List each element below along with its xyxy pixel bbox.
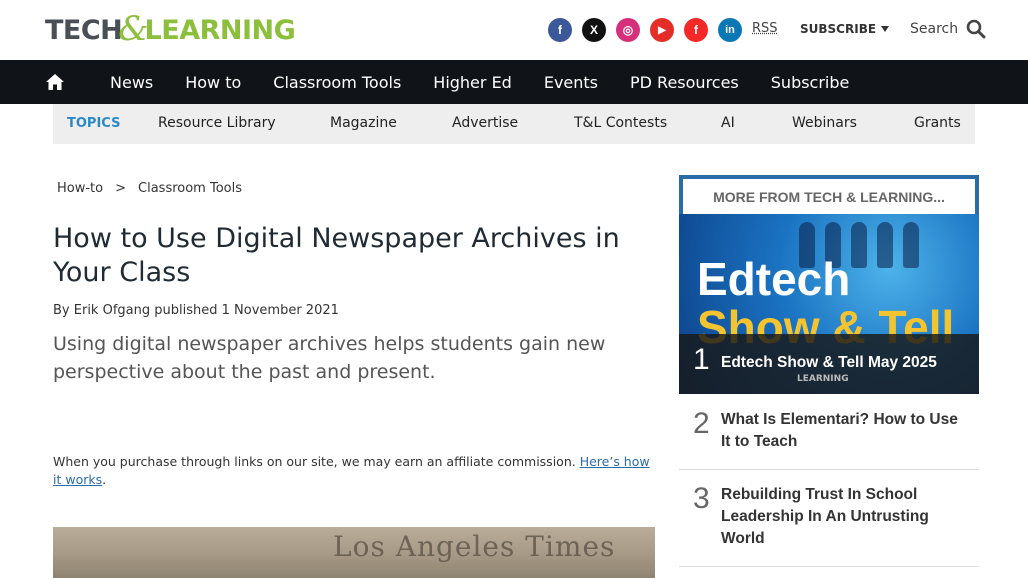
sidebar-divider <box>679 469 979 470</box>
topic-grants[interactable]: Grants <box>914 115 961 131</box>
sidebar-item-title: Rebuilding Trust In School Leadership In… <box>721 486 929 547</box>
featured-image-text-edtech: Edtech <box>697 253 851 305</box>
breadcrumb: How-to > Classroom Tools <box>57 181 242 196</box>
nav-item-news[interactable]: News <box>110 73 153 92</box>
nav-item-how-to[interactable]: How to <box>185 73 241 92</box>
rss-link[interactable]: RSS <box>752 21 778 36</box>
subscribe-dropdown[interactable]: SUBSCRIBE <box>800 22 890 36</box>
publish-date: 1 November 2021 <box>221 303 339 318</box>
sidebar-item-title: Edtech Show & Tell May 2025 <box>721 354 937 371</box>
search-label: Search <box>910 21 959 37</box>
sidebar-divider <box>679 566 979 567</box>
sidebar-featured-item[interactable]: Edtech Show & Tell LEARNING 1 Edtech Sho… <box>679 214 979 394</box>
site-header: TECH & LEARNING f X ◎ ▶ f in RSS SUBSCRI… <box>0 0 1028 60</box>
logo-text-learning: LEARNING <box>144 14 296 46</box>
topic-advertise[interactable]: Advertise <box>452 115 518 131</box>
sidebar-heading: MORE FROM TECH & LEARNING... <box>679 175 979 214</box>
nav-item-events[interactable]: Events <box>544 73 598 92</box>
breadcrumb-separator: > <box>115 181 127 196</box>
rank-number: 1 <box>693 343 710 376</box>
published-label: published <box>154 303 218 318</box>
topic-webinars[interactable]: Webinars <box>792 115 857 131</box>
topic-ai[interactable]: AI <box>721 115 735 131</box>
article-byline: By Erik Ofgang published 1 November 2021 <box>53 303 339 318</box>
search-button[interactable]: Search <box>910 19 986 39</box>
social-links: f X ◎ ▶ f in <box>548 18 742 42</box>
byline-prefix: By <box>53 303 70 318</box>
rank-number: 3 <box>693 482 710 515</box>
hero-newspaper-masthead: Los Angeles Times <box>333 530 616 563</box>
affiliate-disclosure: When you purchase through links on our s… <box>53 453 653 489</box>
author-link[interactable]: Erik Ofgang <box>74 303 150 318</box>
caret-down-icon <box>881 26 890 32</box>
affiliate-period: . <box>102 472 107 487</box>
main-nav: News How to Classroom Tools Higher Ed Ev… <box>0 60 1028 104</box>
nav-item-higher-ed[interactable]: Higher Ed <box>433 73 512 92</box>
linkedin-icon[interactable]: in <box>718 18 742 42</box>
search-icon <box>966 19 986 39</box>
instagram-icon[interactable]: ◎ <box>616 18 640 42</box>
sidebar-item-title: What Is Elementari? How to Use It to Tea… <box>721 411 958 450</box>
facebook-icon[interactable]: f <box>548 18 572 42</box>
nav-item-subscribe[interactable]: Subscribe <box>771 73 850 92</box>
flipboard-icon[interactable]: f <box>684 18 708 42</box>
nav-item-pd-resources[interactable]: PD Resources <box>630 73 739 92</box>
article-strapline: Using digital newspaper archives helps s… <box>53 333 606 383</box>
article-hero-image: Los Angeles Times <box>53 527 655 578</box>
logo-text-tech: TECH <box>45 14 123 46</box>
topic-resource-library[interactable]: Resource Library <box>158 115 276 131</box>
topic-tl-contests[interactable]: T&L Contests <box>574 115 667 131</box>
logo-ampersand: & <box>118 9 149 49</box>
x-icon[interactable]: X <box>582 18 606 42</box>
breadcrumb-classroom-tools[interactable]: Classroom Tools <box>138 181 242 196</box>
youtube-icon[interactable]: ▶ <box>650 18 674 42</box>
subscribe-label: SUBSCRIBE <box>800 22 877 36</box>
article-title: How to Use Digital Newspaper Archives in… <box>53 223 620 288</box>
nav-item-classroom-tools[interactable]: Classroom Tools <box>273 73 401 92</box>
affiliate-text: When you purchase through links on our s… <box>53 454 576 469</box>
rank-number: 2 <box>693 407 710 440</box>
featured-image-text-learning: LEARNING <box>797 374 849 384</box>
site-logo[interactable]: TECH & LEARNING <box>45 9 296 49</box>
topic-magazine[interactable]: Magazine <box>330 115 397 131</box>
topics-bar: TOPICS Resource Library Magazine Adverti… <box>53 104 975 144</box>
topics-label: TOPICS <box>67 116 121 131</box>
home-button[interactable] <box>0 60 110 104</box>
home-icon <box>46 74 64 90</box>
more-from-sidebar: MORE FROM TECH & LEARNING... Edtech Show… <box>679 175 979 578</box>
breadcrumb-how-to[interactable]: How-to <box>57 181 103 196</box>
